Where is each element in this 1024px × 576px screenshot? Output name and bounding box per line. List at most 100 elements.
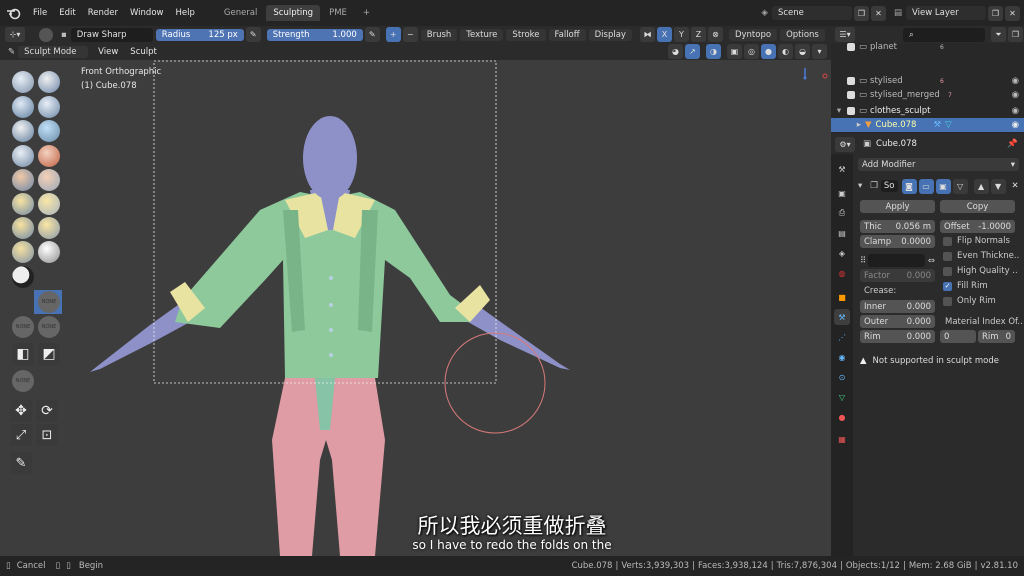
xray-icon[interactable]: ▣ — [727, 44, 742, 59]
mode-selector[interactable]: Sculpt Mode — [18, 45, 89, 58]
invert-icon[interactable]: ⇔ — [928, 256, 935, 266]
world-tab-icon[interactable]: ◍ — [834, 265, 850, 281]
axis-z-toggle[interactable]: Z — [690, 27, 706, 42]
overlay-icon[interactable]: ◑ — [706, 44, 721, 59]
draw-sharp-brush-icon[interactable] — [38, 71, 60, 93]
draw-brush-icon[interactable] — [12, 71, 34, 93]
realtime-toggle-icon[interactable]: ▭ — [918, 178, 934, 194]
flatten-brush-icon[interactable] — [38, 169, 60, 191]
flip-normals-checkbox[interactable] — [943, 237, 952, 246]
delete-scene-icon[interactable]: ✕ — [870, 5, 886, 21]
eye-icon[interactable]: ◉ — [1012, 106, 1019, 116]
texture-tab-icon[interactable]: ▦ — [834, 431, 850, 447]
menu-render[interactable]: Render — [82, 8, 124, 18]
vertex-group-field[interactable]: ⠿ ⇔ — [860, 254, 935, 267]
strength-pressure-icon[interactable]: ✎ — [364, 27, 380, 42]
data-tab-icon[interactable]: ▽ — [834, 389, 850, 405]
clay-brush-icon[interactable] — [12, 96, 34, 118]
copy-button[interactable]: Copy — [940, 200, 1015, 213]
high-quality-checkbox[interactable] — [943, 267, 952, 276]
rim-crease-field[interactable]: Rim 0.000 — [860, 330, 935, 343]
gizmo-icon[interactable]: ↗ — [685, 44, 700, 59]
transform-tool-icon[interactable]: ⊡ — [36, 424, 58, 446]
symmetry-icon[interactable]: ⧓ — [639, 27, 655, 42]
brush-thumbnail[interactable] — [39, 27, 53, 42]
outliner-row-active[interactable]: ▸ ▼ Cube.078 ⚒ ▽ ◉ — [831, 118, 1024, 132]
material-offset-field[interactable]: 0 — [940, 330, 976, 343]
scrape-brush-icon[interactable] — [38, 193, 60, 215]
cage-toggle-icon[interactable]: ▽ — [952, 178, 968, 194]
clamp-field[interactable]: Clamp 0.0000 — [860, 235, 935, 248]
material-shading-icon[interactable]: ◐ — [778, 44, 793, 59]
modifier-name-field[interactable]: So — [880, 180, 898, 192]
view-layer-field[interactable]: View Layer — [906, 6, 986, 20]
box-hide-icon[interactable]: ◩ — [38, 343, 60, 365]
offset-field[interactable]: Offset -1.0000 — [940, 220, 1015, 233]
axis-x-toggle[interactable]: X — [656, 27, 672, 42]
sculpt-model[interactable] — [0, 60, 831, 556]
options-menu[interactable]: Options — [780, 28, 825, 41]
menu-help[interactable]: Help — [169, 8, 200, 18]
collapse-icon[interactable]: ▾ — [858, 181, 862, 191]
menu-edit[interactable]: Edit — [53, 8, 81, 18]
menu-sculpt[interactable]: Sculpt — [124, 47, 163, 57]
menu-view[interactable]: View — [92, 47, 124, 57]
grab-brush-icon[interactable] — [38, 217, 60, 239]
delete-view-layer-icon[interactable]: ✕ — [1005, 5, 1020, 21]
inner-crease-field[interactable]: Inner 0.000 — [860, 300, 935, 313]
eye-icon[interactable]: ◉ — [1012, 90, 1019, 100]
properties-editor-type-icon[interactable]: ⚙▾ — [835, 136, 855, 152]
eye-icon[interactable]: ◉ — [1012, 120, 1019, 130]
particles-tab-icon[interactable]: ⋰ — [834, 329, 850, 345]
direction-add-button[interactable]: + — [385, 27, 401, 42]
thickness-field[interactable]: Thic 0.056 m — [860, 220, 935, 233]
lock-icon[interactable]: ⊗ — [707, 27, 723, 42]
editor-type-icon[interactable]: ⊹▾ — [5, 27, 25, 42]
box-mask-icon[interactable]: ◧ — [12, 343, 34, 365]
new-view-layer-icon[interactable]: ❐ — [988, 5, 1003, 21]
outliner-row[interactable]: ▭ planet 6 — [831, 40, 1024, 54]
add-workspace-button[interactable]: + — [356, 5, 377, 21]
editmode-toggle-icon[interactable]: ▣ — [935, 178, 951, 194]
outliner-row[interactable]: ▭ stylised_merged 7 ◉ — [831, 88, 1024, 102]
brush-name-field[interactable]: Draw Sharp — [70, 27, 153, 42]
menu-window[interactable]: Window — [124, 8, 170, 18]
layer-brush-icon[interactable] — [12, 120, 34, 142]
object-tab-icon[interactable]: ■ — [834, 289, 850, 305]
snake-hook-brush-icon[interactable] — [12, 241, 34, 263]
falloff-menu[interactable]: Falloff — [548, 28, 586, 41]
move-up-icon[interactable]: ▲ — [973, 178, 989, 194]
clay-strips-brush-icon[interactable] — [38, 96, 60, 118]
render-tab-icon[interactable]: ▣ — [834, 185, 850, 201]
render-toggle-icon[interactable]: ◙ — [901, 178, 917, 194]
display-menu[interactable]: Display — [588, 28, 632, 41]
scene-tab-icon[interactable]: ◈ — [834, 245, 850, 261]
menu-file[interactable]: File — [27, 8, 53, 18]
direction-subtract-button[interactable]: − — [402, 27, 418, 42]
tab-pme[interactable]: PME — [322, 5, 354, 21]
tab-sculpting[interactable]: Sculpting — [266, 5, 321, 21]
new-scene-icon[interactable]: ❐ — [853, 5, 869, 21]
radius-slider[interactable]: Radius 125 px — [155, 28, 244, 41]
apply-button[interactable]: Apply — [860, 200, 935, 213]
crease-brush-icon[interactable] — [38, 145, 60, 167]
visibility-icon[interactable]: ◕ — [668, 44, 683, 59]
remove-modifier-icon[interactable]: ✕ — [1012, 181, 1019, 191]
outliner-row[interactable]: ▾ ▭ clothes_sculpt ◉ — [831, 104, 1024, 118]
annotate-tool-icon[interactable]: ✎ — [10, 452, 32, 474]
stroke-menu[interactable]: Stroke — [506, 28, 546, 41]
3d-viewport[interactable]: Front Orthographic (1) Cube.078 NONE NON… — [0, 60, 831, 556]
shading-options-icon[interactable]: ▾ — [812, 44, 827, 59]
fill-brush-icon[interactable] — [12, 193, 34, 215]
modifier-panel-header[interactable]: ▾ ❐ So ◙ ▭ ▣ ▽ ▲ ▼ ✕ — [858, 178, 1019, 194]
output-tab-icon[interactable]: ⎙ — [834, 205, 850, 221]
scene-field[interactable]: Scene — [771, 6, 852, 20]
outliner-row[interactable]: ▭ stylised 6 ◉ — [831, 74, 1024, 88]
constraints-tab-icon[interactable]: ⊙ — [834, 369, 850, 385]
add-modifier-dropdown[interactable]: Add Modifier ▾ — [858, 158, 1019, 171]
mask-brush-icon[interactable] — [12, 266, 34, 288]
dyntopo-toggle[interactable]: Dyntopo — [728, 28, 778, 41]
rotate-tool-icon[interactable]: ⟳ — [36, 400, 58, 422]
tool-tab-icon[interactable]: ⚒ — [834, 161, 850, 177]
none-brush-icon[interactable]: NONE — [12, 370, 34, 392]
